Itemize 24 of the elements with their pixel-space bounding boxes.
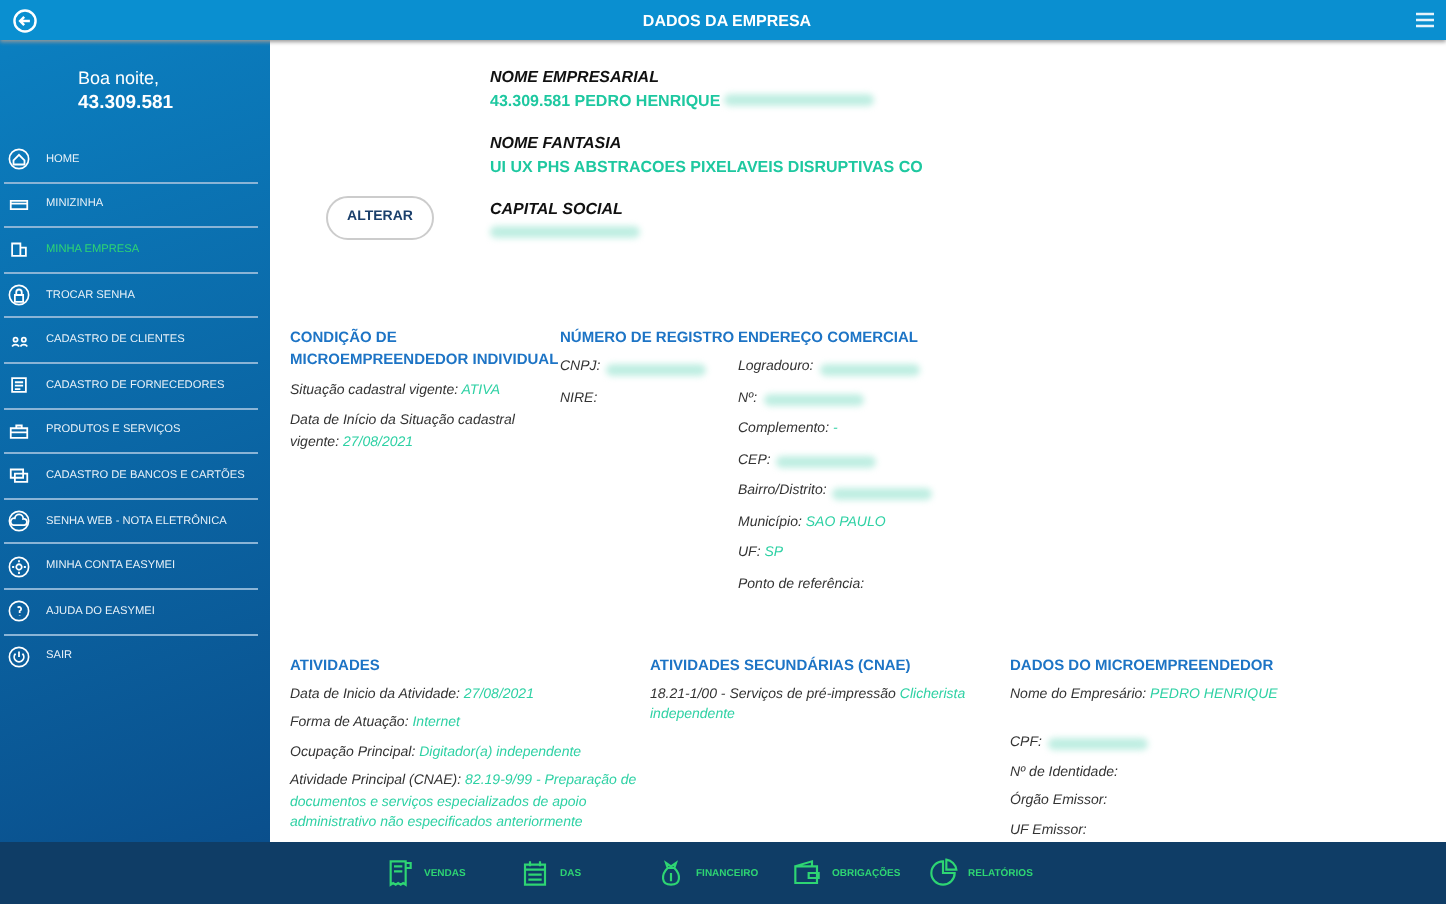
window-title: DADOS DA EMPRESA <box>640 11 814 29</box>
pie-chart-icon <box>928 858 958 888</box>
house-icon <box>8 148 30 171</box>
field-label: CAPITAL SOCIAL <box>490 200 625 218</box>
money-bag-icon <box>656 858 686 888</box>
help-icon <box>8 600 30 623</box>
lock-icon <box>8 284 30 307</box>
menu-icon[interactable] <box>1416 12 1434 28</box>
power-icon <box>8 645 30 668</box>
user-number: 43.309.581 <box>78 92 176 114</box>
wallet-icon <box>792 858 822 888</box>
field-value: 43.309.581 PEDRO HENRIQUE <box>490 91 721 109</box>
field-value: UI UX PHS ABSTRACOES PIXELAVEIS DISRUPTIVAS CO <box>490 157 923 175</box>
greeting-text: Boa noite, <box>78 68 162 88</box>
building-icon <box>8 238 30 261</box>
list-icon <box>8 374 30 397</box>
briefcase-icon <box>8 419 30 442</box>
cloud-icon <box>8 510 30 533</box>
back-icon[interactable] <box>12 7 38 33</box>
receipt-icon <box>384 858 414 888</box>
cards-icon <box>8 464 30 487</box>
field-label: NOME FANTASIA <box>490 134 624 152</box>
field-label: NOME EMPRESARIAL <box>490 68 661 86</box>
calendar-icon <box>520 858 550 888</box>
